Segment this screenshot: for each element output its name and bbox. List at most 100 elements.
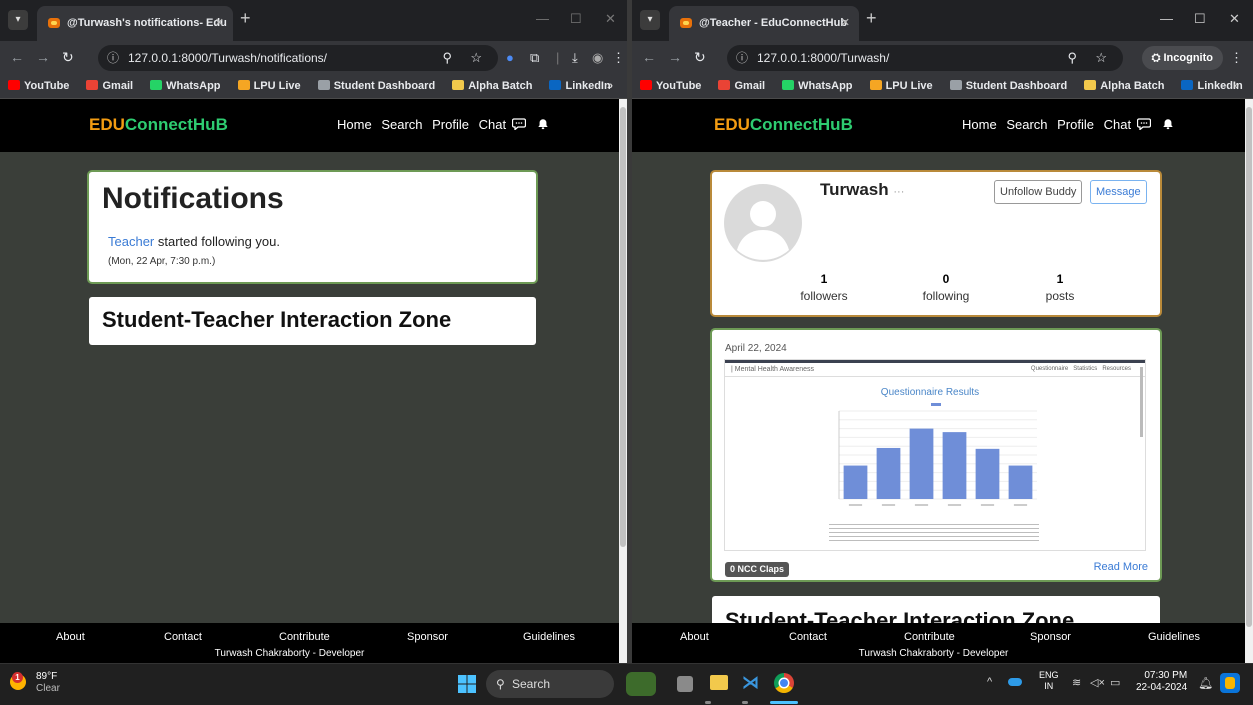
tab-search-chevron-icon[interactable]: ▾: [640, 10, 660, 30]
chrome-icon[interactable]: [774, 673, 794, 693]
post-preview-image[interactable]: | Mental Health Awareness Questionnaire …: [725, 360, 1145, 550]
scrollbar-thumb[interactable]: [620, 107, 626, 547]
bookmark-student-dashboard[interactable]: Student Dashboard: [949, 75, 1067, 98]
wifi-icon[interactable]: ≋: [1072, 676, 1081, 689]
footer-guidelines[interactable]: Guidelines: [523, 631, 575, 643]
close-tab-icon[interactable]: ✕: [841, 6, 850, 41]
footer-contribute[interactable]: Contribute: [279, 631, 330, 643]
incognito-indicator[interactable]: ⛭ Incognito: [1141, 46, 1223, 70]
footer-contact[interactable]: Contact: [164, 631, 202, 643]
address-bar[interactable]: ⓘ 127.0.0.1:8000/Turwash/notifications/ …: [98, 45, 498, 71]
footer-guidelines[interactable]: Guidelines: [1148, 631, 1200, 643]
active-tab[interactable]: @Turwash's notifications- Edu ✕: [37, 6, 233, 41]
page-scrollbar[interactable]: [1245, 99, 1253, 663]
reload-icon[interactable]: ↻: [62, 49, 74, 66]
bookmark-whatsapp[interactable]: WhatsApp: [150, 75, 221, 98]
brand-logo[interactable]: EDUConnectHuB: [714, 115, 853, 135]
nav-profile[interactable]: Profile: [1057, 117, 1094, 132]
bookmark-youtube[interactable]: YouTube: [8, 75, 69, 98]
close-window-icon[interactable]: ✕: [605, 11, 616, 27]
nav-search[interactable]: Search: [381, 117, 422, 132]
notification-bell-icon[interactable]: 🔔︎: [1198, 676, 1213, 690]
bookmark-star-icon[interactable]: ☆: [470, 45, 482, 71]
more-bookmarks-icon[interactable]: »: [607, 75, 613, 98]
close-tab-icon[interactable]: ✕: [215, 6, 224, 41]
zoom-icon[interactable]: ⚲: [442, 45, 452, 71]
page-scrollbar[interactable]: [619, 99, 627, 663]
nav-home[interactable]: Home: [337, 117, 372, 132]
more-options-icon[interactable]: ···: [893, 186, 904, 198]
nav-home[interactable]: Home: [962, 117, 997, 132]
bookmark-alpha-batch[interactable]: Alpha Batch: [452, 75, 532, 98]
windows-start-icon[interactable]: [458, 675, 476, 693]
language-indicator[interactable]: ENG IN: [1039, 670, 1059, 692]
address-bar[interactable]: ⓘ 127.0.0.1:8000/Turwash/ ⚲ ☆: [727, 45, 1123, 71]
back-icon[interactable]: ←: [642, 49, 656, 65]
brand-logo[interactable]: EDUConnectHuB: [89, 115, 228, 135]
maximize-icon[interactable]: ☐: [570, 11, 582, 27]
active-tab[interactable]: @Teacher - EduConnectHub ✕: [669, 6, 859, 41]
onedrive-cloud-icon[interactable]: [1008, 678, 1022, 686]
nav-chat[interactable]: Chat: [479, 117, 527, 132]
bookmark-alpha-batch[interactable]: Alpha Batch: [1084, 75, 1164, 98]
zoom-icon[interactable]: ⚲: [1067, 45, 1077, 71]
minimize-icon[interactable]: —: [1160, 11, 1173, 26]
forward-icon[interactable]: →: [668, 49, 682, 65]
extension-icon[interactable]: ●: [506, 50, 514, 65]
menu-kebab-icon[interactable]: ⋮: [1230, 50, 1243, 66]
reload-icon[interactable]: ↻: [694, 49, 706, 66]
scrollbar-thumb[interactable]: [1246, 107, 1252, 627]
widgets-icon[interactable]: [626, 672, 656, 696]
clock[interactable]: 07:30 PM 22-04-2024: [1136, 670, 1187, 694]
footer-contribute[interactable]: Contribute: [904, 631, 955, 643]
download-icon[interactable]: ⤓: [572, 50, 578, 66]
battery-icon[interactable]: ▭: [1110, 676, 1120, 689]
task-view-icon[interactable]: [677, 676, 693, 692]
site-info-icon[interactable]: ⓘ: [736, 45, 748, 71]
bookmark-whatsapp[interactable]: WhatsApp: [782, 75, 853, 98]
vscode-icon[interactable]: ⋊: [742, 674, 760, 692]
more-bookmarks-icon[interactable]: »: [1233, 75, 1239, 98]
stat-posts[interactable]: 1 posts: [1020, 272, 1100, 303]
nav-search[interactable]: Search: [1006, 117, 1047, 132]
bookmark-lpu-live[interactable]: LPU Live: [237, 75, 301, 98]
forward-icon[interactable]: →: [36, 49, 50, 65]
back-icon[interactable]: ←: [10, 49, 24, 65]
bookmark-star-icon[interactable]: ☆: [1095, 45, 1107, 71]
message-button[interactable]: Message: [1090, 180, 1147, 204]
read-more-link[interactable]: Read More: [1094, 561, 1148, 573]
bookmark-gmail[interactable]: Gmail: [86, 75, 133, 98]
site-info-icon[interactable]: ⓘ: [107, 45, 119, 71]
menu-kebab-icon[interactable]: ⋮: [612, 50, 625, 66]
weather-widget[interactable]: 1: [10, 672, 32, 694]
weather-text[interactable]: 89°F Clear: [36, 671, 60, 695]
claps-badge[interactable]: 0 NCC Claps: [725, 562, 790, 577]
file-explorer-icon[interactable]: [710, 675, 728, 690]
close-window-icon[interactable]: ✕: [1229, 11, 1240, 27]
stat-followers[interactable]: 1 followers: [784, 272, 864, 303]
new-tab-icon[interactable]: +: [240, 8, 251, 29]
maximize-icon[interactable]: ☐: [1194, 11, 1206, 27]
volume-icon[interactable]: ◁×: [1090, 676, 1105, 689]
notification-actor-link[interactable]: Teacher: [108, 234, 154, 249]
profile-avatar-icon[interactable]: ◉: [592, 50, 603, 66]
footer-contact[interactable]: Contact: [789, 631, 827, 643]
nav-chat[interactable]: Chat: [1104, 117, 1152, 132]
extensions-puzzle-icon[interactable]: ⧉: [530, 50, 539, 66]
bookmark-lpu-live[interactable]: LPU Live: [869, 75, 933, 98]
bookmark-linkedin[interactable]: LinkedIn: [549, 75, 611, 98]
footer-about[interactable]: About: [680, 631, 709, 643]
avatar[interactable]: [724, 184, 802, 262]
bookmark-youtube[interactable]: YouTube: [640, 75, 701, 98]
tab-search-chevron-icon[interactable]: ▾: [8, 10, 28, 30]
taskbar-search[interactable]: ⚲ Search: [486, 670, 614, 698]
copilot-icon[interactable]: [1220, 673, 1240, 693]
stat-following[interactable]: 0 following: [906, 272, 986, 303]
footer-about[interactable]: About: [56, 631, 85, 643]
footer-sponsor[interactable]: Sponsor: [1030, 631, 1071, 643]
show-hidden-icons-icon[interactable]: ^: [987, 676, 992, 688]
bookmark-student-dashboard[interactable]: Student Dashboard: [317, 75, 435, 98]
minimize-icon[interactable]: —: [536, 11, 549, 26]
unfollow-button[interactable]: Unfollow Buddy: [994, 180, 1083, 204]
new-tab-icon[interactable]: +: [866, 8, 877, 29]
